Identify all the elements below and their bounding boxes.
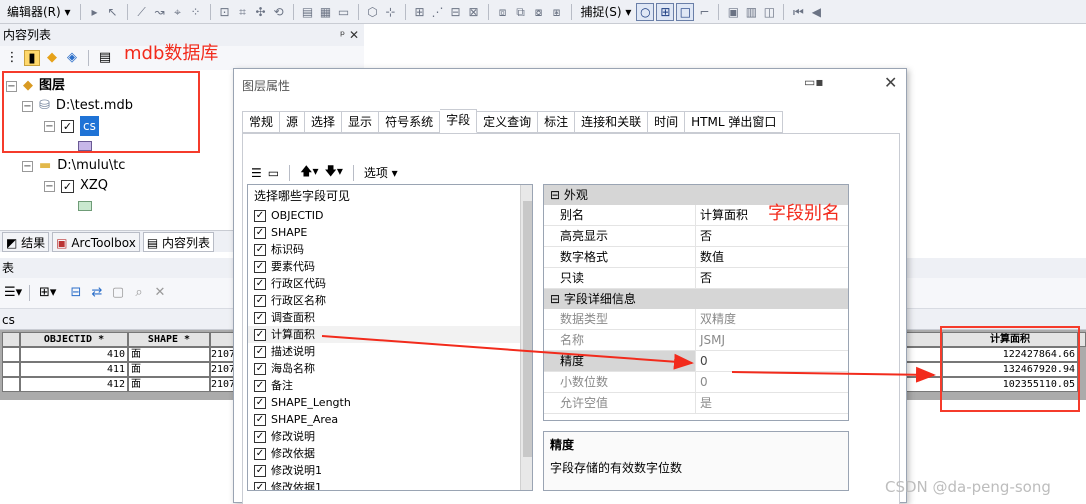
arrow-to-precision	[321, 335, 694, 370]
watermark: CSDN @da-peng-song	[885, 478, 1051, 496]
annotation-arrows	[321, 335, 936, 383]
arrow-to-table	[731, 366, 936, 383]
